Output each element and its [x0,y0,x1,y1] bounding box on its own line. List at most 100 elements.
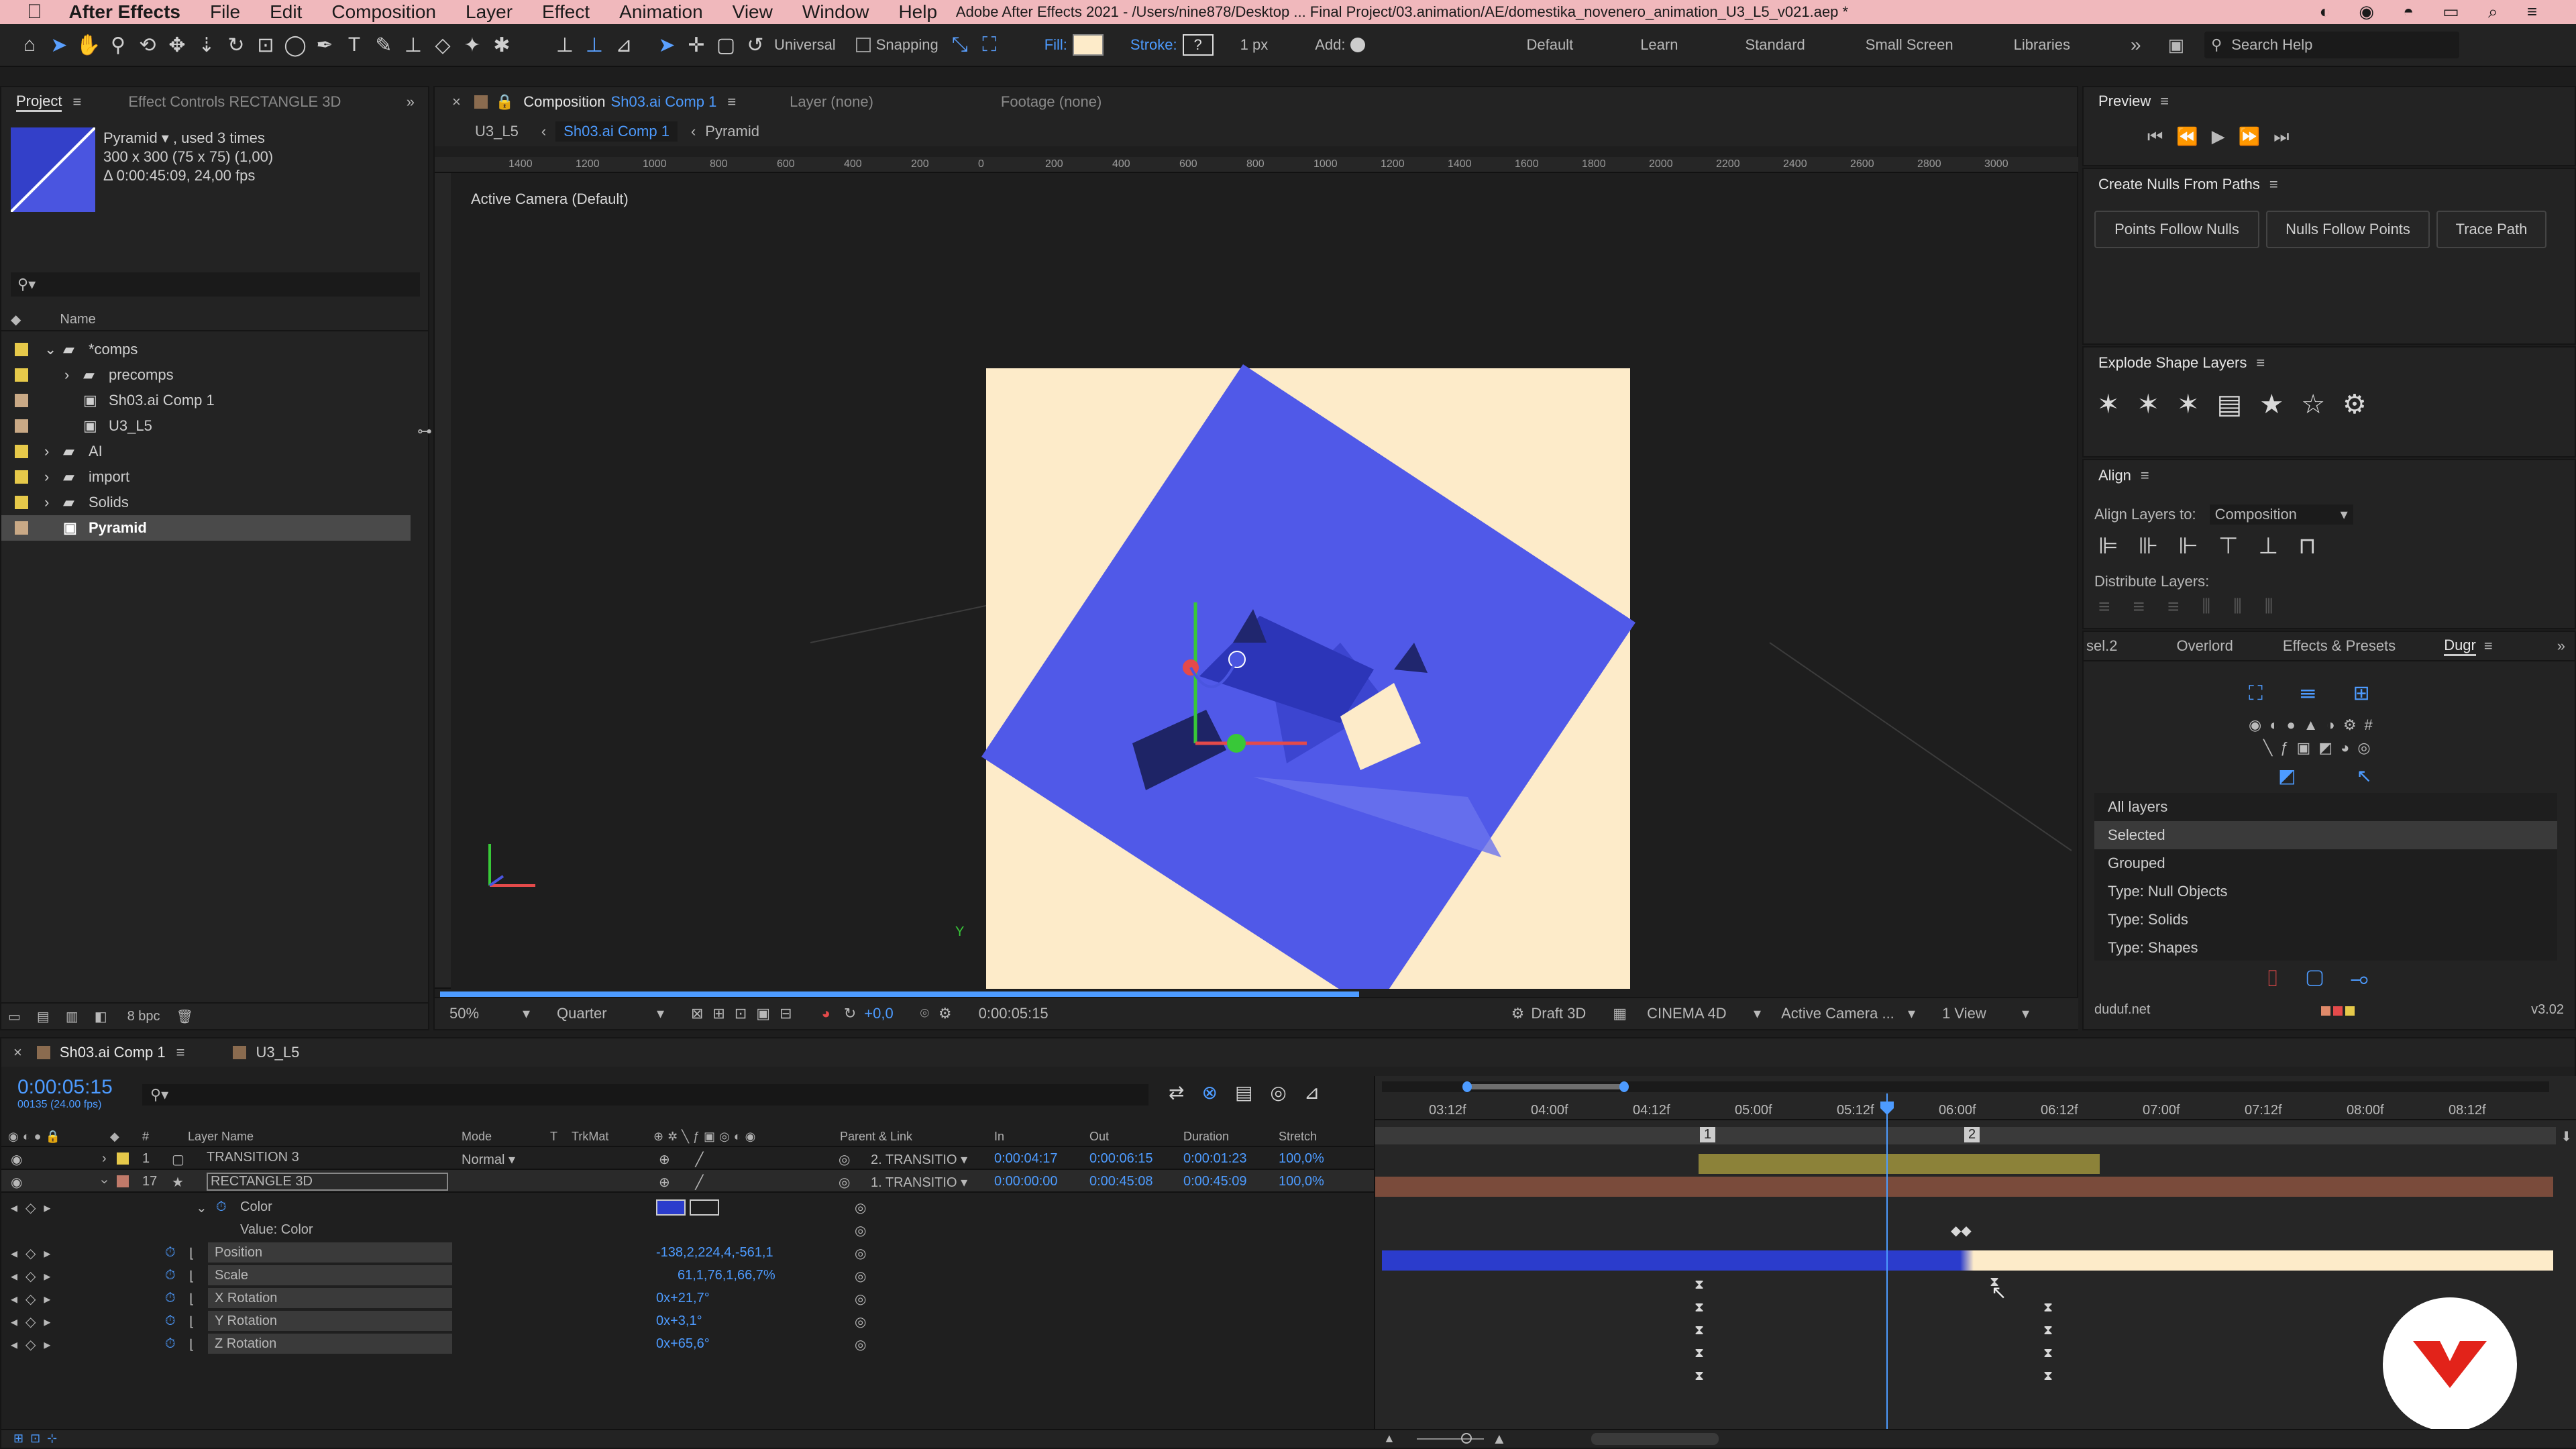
zrotation-keyframe-icon[interactable]: ⧗ [1695,1368,1704,1384]
puppet-tool-icon[interactable]: ✱ [487,30,517,60]
graph-icon[interactable]: ⌊ [189,1313,195,1330]
effect-controls-tab[interactable]: Effect Controls RECTANGLE 3D [128,93,341,111]
property-row[interactable]: ◂◇▸ ⏱ ⌊ Position -138,2,224,4,-561,1 ◎ [1,1241,1374,1264]
keyframe-nav-icons[interactable]: ◂◇▸ [11,1291,58,1307]
project-item[interactable]: › ▰ Solids [1,490,411,515]
expression-pickwhip-icon[interactable]: ◎ [855,1199,866,1216]
project-search-input[interactable]: ⚲▾ [11,272,420,297]
property-value[interactable]: 0x+65,6° [656,1336,710,1352]
resolution-dropdown[interactable]: Quarter ▾ [557,1005,664,1022]
reset-exposure-icon[interactable]: ↻ [844,1005,856,1022]
align-menu-icon[interactable]: ≡ [2141,467,2149,484]
project-menu-icon[interactable]: ≡ [72,93,81,111]
apple-icon[interactable]:  [27,1,42,23]
adjust-icon[interactable]: ◧ [95,1008,107,1025]
menu-file[interactable]: File [210,1,240,23]
stopwatch-icon[interactable]: ⏱ [165,1313,176,1329]
timeline-menu-icon[interactable]: ≡ [176,1044,185,1061]
chevron-down-icon[interactable]: ⌄ [44,341,58,358]
3d-move-icon[interactable]: ✛ [682,30,711,60]
eraser-tool-icon[interactable]: ◇ [428,30,458,60]
layer-switches[interactable]: ⊕ ╱ [659,1151,714,1168]
breadcrumb-u3-l5[interactable]: U3_L5 [475,123,519,140]
view-axis-icon[interactable]: ⊿ [609,30,639,60]
tab-dugr[interactable]: Dugr [2444,637,2476,656]
layer-in-time[interactable]: 0:00:04:17 [994,1151,1058,1167]
zoom-slider-handle[interactable] [1461,1433,1472,1444]
chevron-right-icon[interactable]: › [44,494,58,511]
distribute-buttons[interactable]: ≡≡≡⫴⫴⫴ [2098,596,2296,619]
nulls-follow-points-button[interactable]: Nulls Follow Points [2266,211,2430,248]
graph-icon[interactable]: ⌊ [189,1291,195,1307]
time-graph[interactable]: 03:12f 04:00f 04:12f 05:00f 05:12f 06:00f 06:1… [1374,1076,2576,1448]
xrotation-keyframe-icon[interactable]: ⧗ [2043,1323,2053,1338]
hand-tool-icon[interactable]: ✋ [74,30,103,60]
keyframe-nav-icons[interactable]: ◂◇▸ [11,1313,58,1330]
chevron-right-icon[interactable]: › [44,468,58,486]
property-value[interactable]: 61,1,76,1,66,7% [656,1268,775,1283]
dugr-menu-icon[interactable]: ≡ [2484,637,2493,655]
stroke-swatch[interactable]: ? [1182,34,1214,56]
chevron-down-icon[interactable]: ⌄ [196,1199,207,1216]
explode-menu-icon[interactable]: ≡ [2256,354,2265,372]
property-value[interactable]: -138,2,224,4,-561,1 [656,1245,773,1260]
eye-icon[interactable]: ◉ [11,1174,22,1191]
layer-name[interactable]: TRANSITION 3 [207,1150,299,1165]
selection-tool-icon[interactable]: ➤ [44,30,74,60]
align-to-dropdown[interactable]: Composition ▾ [2209,504,2353,525]
eyedropper-icon[interactable] [690,1199,719,1216]
property-row[interactable]: Value: Color ◎ [1,1218,1374,1241]
dugr-visibility-icons[interactable]: ◉◐●▲◑⚙# [2249,716,2381,734]
more-tabs-icon[interactable]: » [2557,637,2565,655]
property-row[interactable]: ◂◇▸ ⌄ ⏱ Color ◎ [1,1195,1374,1218]
interpret-footage-icon[interactable]: ▭ [8,1008,21,1025]
stopwatch-icon[interactable]: ⏱ [165,1268,176,1283]
composition-tab-name[interactable]: Sh03.ai Comp 1 [611,93,717,111]
timeline-search-input[interactable]: ⚲▾ [142,1084,1148,1106]
workspace-menu-icon[interactable]: ▣ [2168,35,2185,56]
property-row[interactable]: ◂◇▸ ⏱ ⌊ Y Rotation 0x+3,1° ◎ [1,1309,1374,1332]
stopwatch-icon[interactable]: ⏱ [165,1336,176,1352]
scale-keyframe-icon[interactable]: ⧗ [1695,1300,1704,1316]
dugr-site-label[interactable]: duduf.net [2094,1002,2150,1018]
expression-pickwhip-icon[interactable]: ◎ [855,1313,866,1330]
breadcrumb-pyramid[interactable]: Pyramid [705,123,759,140]
parent-dropdown[interactable]: 1. TRANSITIO ▾ [871,1174,978,1191]
menu-edit[interactable]: Edit [270,1,302,23]
snapshot-icon[interactable]: ⌾ [920,1005,929,1022]
expand-panel-icon[interactable]: » [407,93,415,111]
workspace-small-screen[interactable]: Small Screen [1866,36,1953,54]
layer-bar-transition-3[interactable] [1699,1154,2100,1174]
view-options-icons[interactable]: ⊠⊞⊡▣⊟ [691,1005,802,1022]
blend-mode-dropdown[interactable]: Normal ▾ [462,1151,535,1168]
trash-icon[interactable]: 🗑 [176,1008,193,1025]
create-nulls-menu-icon[interactable]: ≡ [2269,176,2278,193]
dugr-list-item[interactable]: All layers [2094,793,2557,821]
project-item[interactable]: ▣ Sh03.ai Comp 1 [1,388,411,413]
bpc-label[interactable]: 8 bpc [127,1009,160,1024]
3d-select-icon[interactable]: ➤ [652,30,682,60]
expression-pickwhip-icon[interactable]: ◎ [855,1336,866,1353]
position-keyframe-icon[interactable]: ⧗ [1695,1277,1704,1293]
menu-effect[interactable]: Effect [542,1,590,23]
graph-icon[interactable]: ⌊ [189,1268,195,1285]
tab-sel2[interactable]: sel.2 [2086,637,2117,655]
new-folder-icon[interactable]: ▤ [37,1008,50,1025]
3d-rotate-icon[interactable]: ↺ [741,30,770,60]
orbit-tool-icon[interactable]: ⟲ [133,30,162,60]
color-management-icon[interactable]: ◕ [822,1005,830,1022]
current-time-timecode[interactable]: 0:00:05:15 [17,1076,113,1099]
layer-name[interactable]: RECTANGLE 3D [207,1173,448,1191]
draft-3d-label[interactable]: Draft 3D [1531,1005,1586,1022]
local-axis-icon[interactable]: ⊥ [550,30,580,60]
current-time-display[interactable]: 0:00:05:15 [979,1005,1049,1022]
new-comp-icon[interactable]: ▥ [66,1008,78,1025]
more-workspaces-icon[interactable]: » [2131,34,2141,56]
universal-label[interactable]: Universal [774,36,836,54]
property-row[interactable]: ◂◇▸ ⏱ ⌊ X Rotation 0x+21,7° ◎ [1,1287,1374,1309]
workspace-default[interactable]: Default [1526,36,1573,54]
menu-composition[interactable]: Composition [331,1,436,23]
project-item[interactable]: ▣ U3_L5 [1,413,411,439]
show-snapshot-icon[interactable]: ⚙ [938,1005,952,1022]
dugr-group-icons[interactable]: ⌷▢⊸ [2084,966,2576,992]
